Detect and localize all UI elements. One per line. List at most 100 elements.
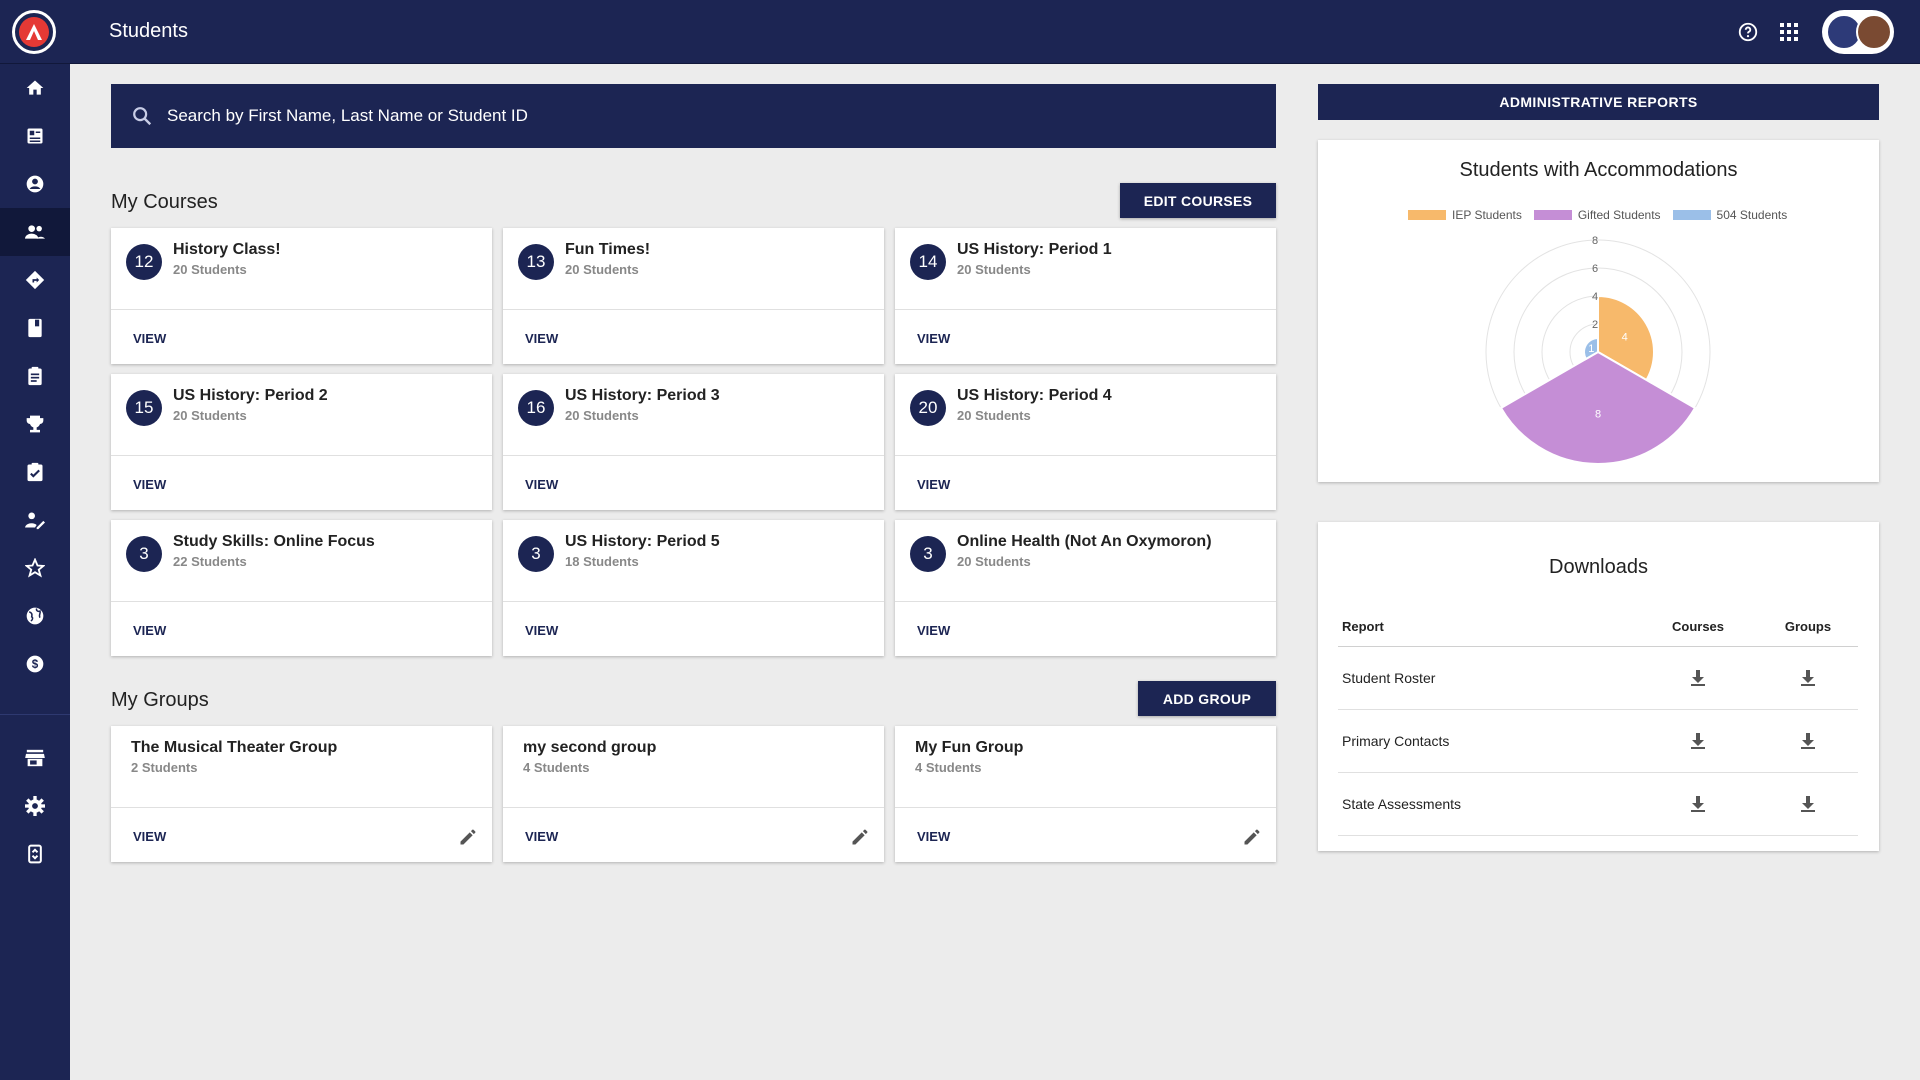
- sidebar-item-store[interactable]: [0, 734, 70, 782]
- course-view-link[interactable]: VIEW: [917, 623, 950, 638]
- accommodations-chart-panel: Students with Accommodations IEP Student…: [1318, 140, 1879, 482]
- download-groups-icon[interactable]: [1758, 669, 1858, 687]
- course-card: 15 US History: Period 2 20 Students VIEW: [111, 374, 492, 510]
- course-card: 16 US History: Period 3 20 Students VIEW: [503, 374, 884, 510]
- sidebar-item-home[interactable]: [0, 64, 70, 112]
- download-courses-icon[interactable]: [1638, 732, 1758, 750]
- downloads-header-row: Report Courses Groups: [1338, 606, 1858, 647]
- group-student-count: 4 Students: [523, 760, 590, 775]
- sidebar-item-person-edit[interactable]: [0, 496, 70, 544]
- course-student-count: 20 Students: [565, 408, 639, 423]
- sidebar-item-payments[interactable]: $: [0, 640, 70, 688]
- course-badge: 3: [910, 536, 946, 572]
- course-card: 3 Study Skills: Online Focus 22 Students VI…: [111, 520, 492, 656]
- report-name: Student Roster: [1342, 670, 1436, 686]
- sidebar-item-star[interactable]: [0, 544, 70, 592]
- axis-tick-label: 6: [1592, 263, 1598, 275]
- sidebar-item-globe[interactable]: [0, 592, 70, 640]
- add-group-button[interactable]: ADD GROUP: [1138, 681, 1276, 716]
- course-card: 20 US History: Period 4 20 Students VIEW: [895, 374, 1276, 510]
- dashboard-icon: [27, 128, 43, 144]
- group-view-link[interactable]: VIEW: [133, 829, 166, 844]
- course-card-header: 3 US History: Period 5 18 Students: [503, 520, 884, 602]
- course-view-link[interactable]: VIEW: [133, 623, 166, 638]
- sidebar: $: [0, 64, 70, 1080]
- group-view-link[interactable]: VIEW: [917, 829, 950, 844]
- download-row: Student Roster: [1338, 647, 1858, 710]
- course-view-link[interactable]: VIEW: [525, 477, 558, 492]
- sidebar-item-assignments[interactable]: [0, 448, 70, 496]
- course-badge: 3: [518, 536, 554, 572]
- user-avatar: [1856, 14, 1892, 50]
- assignment-check-icon: [27, 462, 43, 482]
- sidebar-item-dashboard[interactable]: [0, 112, 70, 160]
- group-view-link[interactable]: VIEW: [525, 829, 558, 844]
- course-name: US History: Period 5: [565, 533, 720, 550]
- course-view-link[interactable]: VIEW: [917, 477, 950, 492]
- download-groups-icon[interactable]: [1758, 795, 1858, 813]
- course-card-header: 12 History Class! 20 Students: [111, 228, 492, 310]
- group-student-count: 4 Students: [915, 760, 982, 775]
- data-label: 1: [1588, 343, 1594, 355]
- help-circle-icon[interactable]: [1736, 20, 1760, 44]
- page-title: Students: [109, 20, 188, 42]
- course-student-count: 22 Students: [173, 554, 247, 569]
- download-courses-icon[interactable]: [1638, 795, 1758, 813]
- app-logo[interactable]: [12, 10, 56, 54]
- edit-pencil-icon[interactable]: [1242, 827, 1262, 847]
- logo-mark-icon: [19, 17, 49, 47]
- course-name: Fun Times!: [565, 241, 651, 258]
- person-edit-icon: [25, 512, 45, 530]
- course-badge: 14: [910, 244, 946, 280]
- edit-courses-button[interactable]: EDIT COURSES: [1120, 183, 1276, 218]
- apps-grid-icon[interactable]: [1777, 20, 1801, 44]
- course-view-link[interactable]: VIEW: [133, 331, 166, 346]
- group-card-header: My Fun Group 4 Students: [895, 726, 1276, 808]
- course-card-header: 3 Study Skills: Online Focus 22 Students: [111, 520, 492, 602]
- course-student-count: 20 Students: [957, 262, 1031, 277]
- report-name: State Assessments: [1342, 796, 1462, 812]
- download-courses-icon[interactable]: [1638, 669, 1758, 687]
- course-view-link[interactable]: VIEW: [525, 623, 558, 638]
- group-card-header: my second group 4 Students: [503, 726, 884, 808]
- top-bar: Students: [0, 0, 1920, 64]
- sidebar-item-settings[interactable]: [0, 782, 70, 830]
- edit-pencil-icon[interactable]: [850, 827, 870, 847]
- course-student-count: 20 Students: [565, 262, 639, 277]
- course-name: Study Skills: Online Focus: [173, 533, 375, 550]
- account-circle-icon: [26, 175, 44, 193]
- course-badge: 20: [910, 390, 946, 426]
- sidebar-item-scan[interactable]: [0, 830, 70, 878]
- group-card: The Musical Theater Group 2 Students VIEW: [111, 726, 492, 862]
- course-card-header: 15 US History: Period 2 20 Students: [111, 374, 492, 456]
- edit-pencil-icon[interactable]: [458, 827, 478, 847]
- sidebar-item-account[interactable]: [0, 160, 70, 208]
- administrative-reports-button[interactable]: ADMINISTRATIVE REPORTS: [1318, 84, 1879, 120]
- directions-icon: [25, 270, 45, 290]
- course-name: US History: Period 1: [957, 241, 1112, 258]
- axis-tick-label: 2: [1592, 319, 1598, 331]
- group-name: my second group: [523, 739, 657, 756]
- course-card-header: 14 US History: Period 1 20 Students: [895, 228, 1276, 310]
- course-view-link[interactable]: VIEW: [133, 477, 166, 492]
- course-badge: 12: [126, 244, 162, 280]
- course-card: 3 US History: Period 5 18 Students VIEW: [503, 520, 884, 656]
- sidebar-item-clipboard[interactable]: [0, 352, 70, 400]
- sidebar-item-directions[interactable]: [0, 256, 70, 304]
- header-report: Report: [1342, 618, 1384, 634]
- sidebar-item-book[interactable]: [0, 304, 70, 352]
- course-student-count: 20 Students: [957, 554, 1031, 569]
- sidebar-item-trophy[interactable]: [0, 400, 70, 448]
- course-view-link[interactable]: VIEW: [525, 331, 558, 346]
- course-view-link[interactable]: VIEW: [917, 331, 950, 346]
- download-groups-icon[interactable]: [1758, 732, 1858, 750]
- search-input[interactable]: Search by First Name, Last Name or Stude…: [167, 106, 528, 126]
- account-menu[interactable]: [1822, 10, 1894, 54]
- sidebar-item-students[interactable]: [0, 208, 70, 256]
- star-icon: [25, 558, 45, 578]
- course-card-header: 3 Online Health (Not An Oxymoron) 20 Stude…: [895, 520, 1276, 602]
- course-card-header: 13 Fun Times! 20 Students: [503, 228, 884, 310]
- download-row: State Assessments: [1338, 773, 1858, 836]
- course-badge: 13: [518, 244, 554, 280]
- student-search-bar[interactable]: Search by First Name, Last Name or Stude…: [111, 84, 1276, 148]
